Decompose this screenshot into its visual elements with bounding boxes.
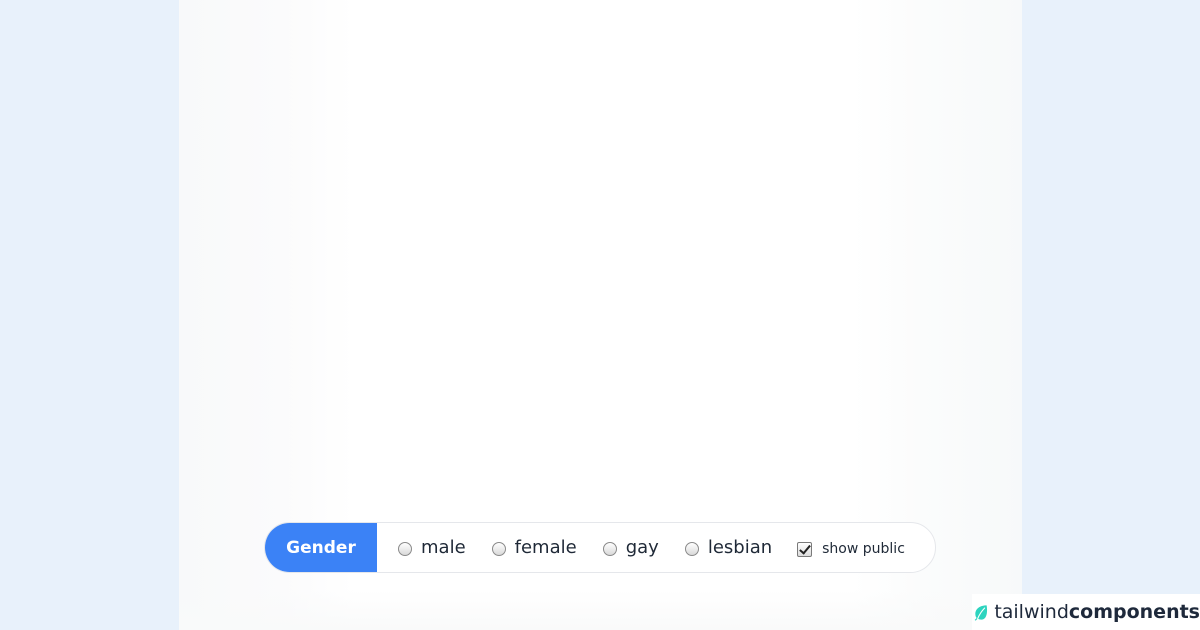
lesbian-radio[interactable] xyxy=(684,542,699,556)
gay-radio[interactable] xyxy=(602,542,617,556)
canvas-fade-bottom xyxy=(179,590,1022,630)
gender-option-female[interactable]: female xyxy=(491,537,577,558)
gender-selector: Gender male female gay lesbian show publ… xyxy=(264,522,936,573)
brand-text-bold: components xyxy=(1068,601,1200,623)
brand-text-light: tailwind xyxy=(994,601,1069,623)
show-public-option[interactable]: show public xyxy=(797,538,905,557)
female-label: female xyxy=(514,537,577,558)
gay-label: gay xyxy=(625,537,659,558)
gender-label: Gender xyxy=(265,523,377,572)
male-label: male xyxy=(421,537,466,558)
gender-option-lesbian[interactable]: lesbian xyxy=(684,537,773,558)
show-public-label: show public xyxy=(822,541,905,557)
show-public-checkbox[interactable] xyxy=(797,541,813,557)
male-radio[interactable] xyxy=(398,542,412,556)
leaf-icon xyxy=(974,605,988,621)
gender-option-male[interactable]: male xyxy=(398,537,466,558)
gender-options: male female gay lesbian show public xyxy=(377,523,905,572)
lesbian-label: lesbian xyxy=(707,537,773,558)
gender-option-gay[interactable]: gay xyxy=(602,537,659,558)
tailwindcomponents-brand[interactable]: tailwind components xyxy=(972,594,1200,630)
female-radio[interactable] xyxy=(491,542,506,556)
